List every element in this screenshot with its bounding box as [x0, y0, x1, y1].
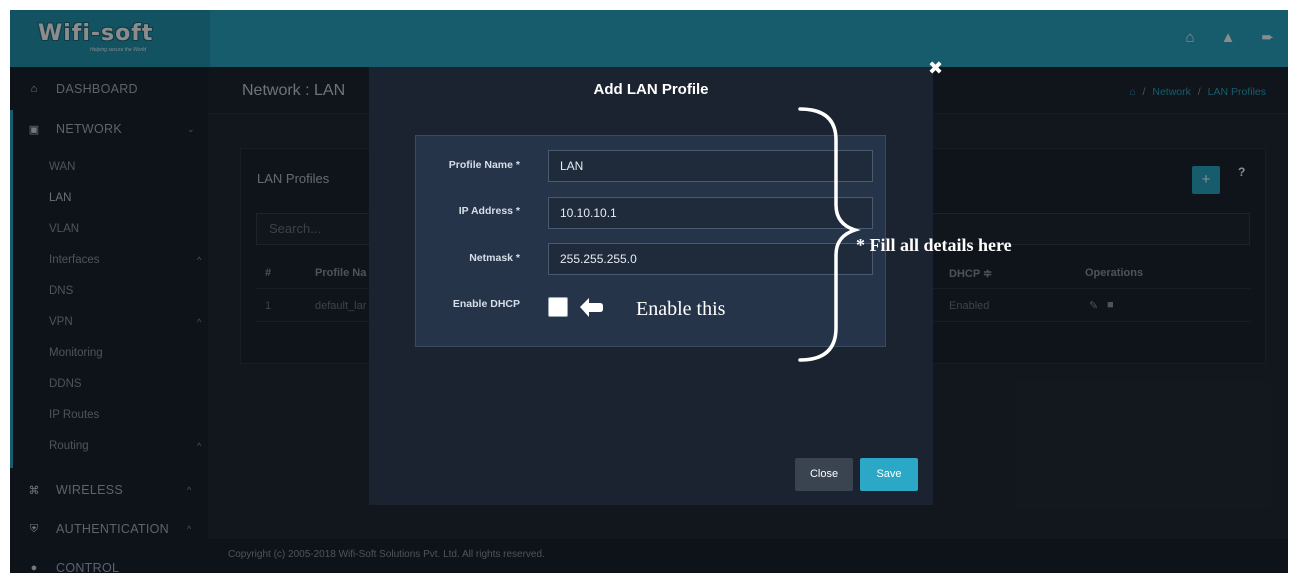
annotation-enable-this: Enable this	[636, 298, 726, 320]
app-window: Wifi-soft Helping secure the World ⌂ ▲ ➨…	[10, 10, 1288, 573]
annotation-layer	[580, 107, 861, 362]
annotation-fill-details: * Fill all details here	[856, 235, 1012, 255]
arrow-left-icon	[580, 298, 603, 317]
curly-brace-icon	[798, 107, 861, 362]
